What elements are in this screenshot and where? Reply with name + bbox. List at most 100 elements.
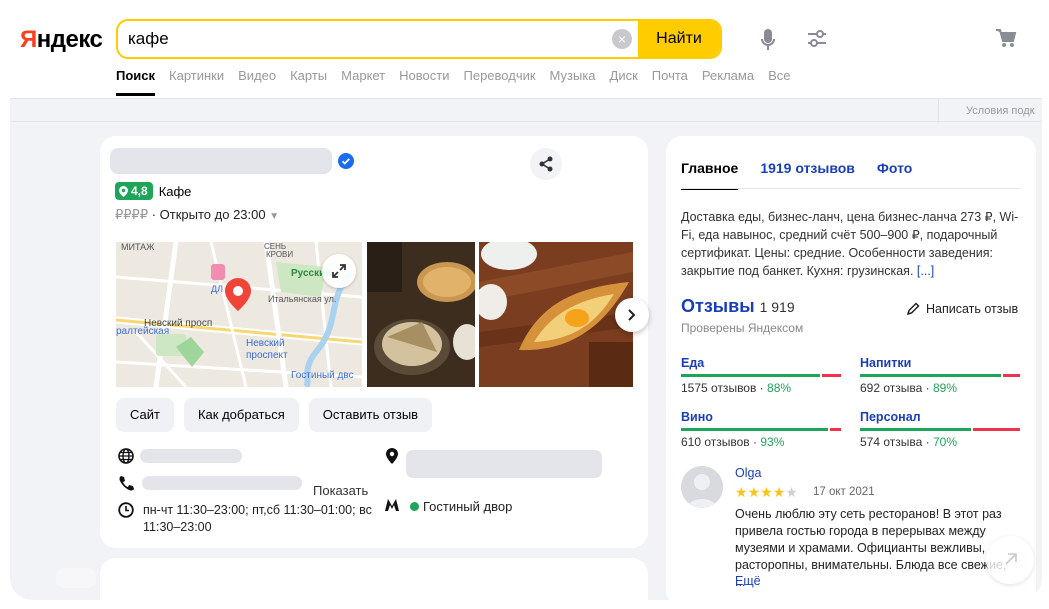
- rating-row: 4,8 Кафе: [115, 182, 191, 200]
- review-text: Очень люблю эту сеть ресторанов! В этот …: [735, 507, 1007, 589]
- nav-translator[interactable]: Переводчик: [464, 68, 536, 96]
- terms-bar: Условия подк: [10, 98, 1042, 123]
- star-filled-icon: ★: [772, 484, 786, 500]
- logo-rest: ндекс: [36, 26, 103, 53]
- map-pin-icon: [119, 185, 128, 197]
- search-box: × Найти: [116, 19, 722, 59]
- website-button[interactable]: Сайт: [116, 398, 174, 432]
- category-bar: [681, 428, 841, 431]
- metro-station[interactable]: Гостиный двор: [410, 499, 512, 514]
- photo-image: [367, 242, 475, 387]
- verified-icon: [338, 153, 354, 174]
- nav-disk[interactable]: Диск: [610, 68, 638, 96]
- expand-panel-icon[interactable]: [986, 536, 1034, 584]
- description-more-link[interactable]: [...]: [917, 264, 934, 278]
- metro-icon: [384, 498, 400, 517]
- microphone-icon[interactable]: [760, 28, 776, 57]
- pencil-icon: [906, 302, 920, 316]
- business-card: 4,8 Кафе ₽₽₽₽ · Открыто до 23:00 ▼ МИТАЖ…: [100, 136, 649, 548]
- status-row[interactable]: ₽₽₽₽ · Открыто до 23:00 ▼: [115, 207, 279, 223]
- business-description: Доставка еды, бизнес-ланч, цена бизнес-л…: [681, 208, 1026, 280]
- category-percent: 93%: [760, 435, 785, 449]
- map-label-nevskiy-prospekt-1: Невский: [246, 338, 285, 349]
- rating-badge[interactable]: 4,8: [115, 182, 153, 200]
- metro-station-name: Гостиный двор: [423, 499, 513, 514]
- reviews-title: Отзывы: [681, 296, 755, 316]
- nav-news[interactable]: Новости: [399, 68, 449, 96]
- review-category-drinks[interactable]: Напитки 692 отзыва · 89%: [860, 356, 1020, 395]
- expand-map-icon[interactable]: [322, 254, 356, 288]
- category-name: Персонал: [860, 410, 921, 424]
- browser-frame: Яндекс × Найти Поиск Картинки Видео Карт…: [10, 8, 1042, 600]
- map-preview[interactable]: МИТАЖ СЕНЬ КРОВИ Русский ДЛ Итальянская …: [116, 242, 362, 387]
- review-author[interactable]: Olga: [735, 466, 761, 480]
- nav-market[interactable]: Маркет: [341, 68, 385, 96]
- cart-icon[interactable]: [995, 28, 1017, 53]
- leave-review-button[interactable]: Оставить отзыв: [308, 398, 433, 432]
- share-icon[interactable]: [530, 148, 562, 180]
- find-button[interactable]: Найти: [638, 21, 720, 57]
- nav-maps[interactable]: Карты: [290, 68, 327, 96]
- category-stat: 610 отзывов · 93%: [681, 435, 785, 449]
- action-buttons: Сайт Как добраться Оставить отзыв: [116, 398, 433, 432]
- category-bar: [860, 374, 1020, 377]
- write-review-button[interactable]: Написать отзыв: [906, 302, 1018, 316]
- write-review-label: Написать отзыв: [926, 302, 1019, 316]
- category-percent: 89%: [932, 381, 957, 395]
- review-date: 17 окт 2021: [813, 486, 875, 498]
- avatar[interactable]: [681, 466, 723, 508]
- review-category-wine[interactable]: Вино 610 отзывов · 93%: [681, 410, 841, 449]
- photo-image: [479, 242, 633, 387]
- search-input[interactable]: [128, 21, 598, 57]
- nav-mail[interactable]: Почта: [652, 68, 688, 96]
- terms-link[interactable]: Условия подк: [966, 105, 1034, 117]
- star-filled-icon: ★: [760, 484, 773, 500]
- phone-placeholder: [142, 476, 302, 490]
- review-category-food[interactable]: Еда 1575 отзывов · 88%: [681, 356, 841, 395]
- next-photo-button[interactable]: [615, 298, 649, 332]
- show-phone-link[interactable]: Показать: [313, 483, 368, 498]
- directions-button[interactable]: Как добраться: [183, 398, 299, 432]
- category-name: Напитки: [860, 356, 912, 370]
- category-stat: 692 отзыва · 89%: [860, 381, 957, 395]
- category-percent: 70%: [932, 435, 957, 449]
- opening-hours: пн-чт 11:30–23:00; пт,сб 11:30–01:00; вс…: [143, 503, 372, 534]
- map-label-mitazh: МИТАЖ: [121, 242, 155, 252]
- map-label-italyanskaya: Итальянская ул.: [268, 294, 336, 304]
- search-nav: Поиск Картинки Видео Карты Маркет Новост…: [116, 68, 790, 96]
- map-label-krovi: КРОВИ: [266, 250, 293, 259]
- photo-adjarian-khachapuri[interactable]: [479, 242, 633, 387]
- phone-icon: [118, 475, 134, 496]
- map-label-admiralteyskaya: ралтейская: [116, 326, 169, 337]
- photo-khachapuri-table[interactable]: [367, 242, 475, 387]
- logo-first-letter: Я: [20, 26, 37, 53]
- tab-main[interactable]: Главное: [681, 160, 739, 190]
- review-category-staff[interactable]: Персонал 574 отзыва · 70%: [860, 410, 1020, 449]
- nav-images[interactable]: Картинки: [169, 68, 224, 96]
- nav-music[interactable]: Музыка: [550, 68, 596, 96]
- opening-status: · Открыто до 23:00: [151, 207, 266, 222]
- metro-line-dot: [410, 502, 419, 511]
- yandex-logo[interactable]: Яндекс: [20, 26, 103, 54]
- globe-icon: [118, 448, 134, 469]
- review-more-link[interactable]: Ещё: [735, 574, 761, 588]
- filters-icon[interactable]: [806, 28, 828, 55]
- rating-value: 4,8: [131, 184, 148, 198]
- nav-ads[interactable]: Реклама: [702, 68, 754, 96]
- map-label-dl: ДЛ: [211, 284, 223, 294]
- star-filled-icon: ★: [735, 484, 748, 500]
- business-details-panel: Главное 1919 отзывов Фото Доставка еды, …: [666, 136, 1036, 600]
- clear-search-icon[interactable]: ×: [612, 29, 632, 49]
- nav-all[interactable]: Все: [768, 68, 790, 96]
- reviews-heading[interactable]: Отзывы 1 919: [681, 296, 795, 317]
- category-stat: 1575 отзывов · 88%: [681, 381, 792, 395]
- reviews-verified-note: Проверены Яндексом: [681, 321, 804, 335]
- tab-photos[interactable]: Фото: [877, 160, 912, 190]
- map-label-nevskiy-prospekt-2: проспект: [246, 350, 288, 361]
- nav-search[interactable]: Поиск: [116, 68, 156, 96]
- tab-reviews[interactable]: 1919 отзывов: [760, 160, 855, 190]
- tabs-divider: [681, 188, 1021, 189]
- faint-placeholder: [56, 568, 96, 588]
- nav-video[interactable]: Видео: [238, 68, 276, 96]
- category-name: Вино: [681, 410, 713, 424]
